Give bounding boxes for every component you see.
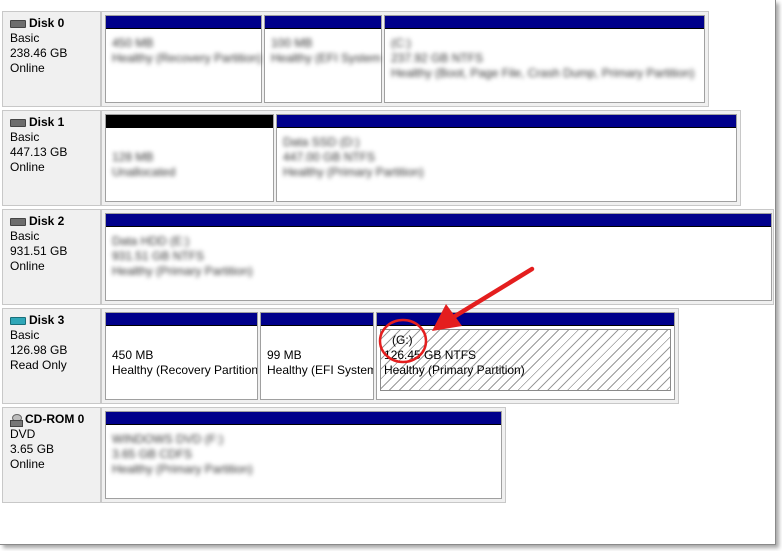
removable-disk-icon	[10, 316, 26, 325]
partition-size: 100 MB	[271, 36, 313, 50]
cd-rom-icon	[10, 413, 23, 427]
partition-body: (C:) 237.92 GB NTFS Healthy (Boot, Page …	[385, 29, 704, 81]
partition-status: Healthy (Boot, Page File, Crash Dump, Pr…	[391, 66, 695, 80]
partition-body: Data HDD (E:) 931.51 GB NTFS Healthy (Pr…	[106, 227, 771, 279]
partition-size: 237.92 GB NTFS	[391, 51, 484, 65]
partition-body: 128 MB Unallocated	[106, 128, 273, 180]
disk-2-name-row: Disk 2	[10, 214, 100, 229]
partition-status: Healthy (Primary Partition)	[112, 462, 253, 476]
partition-size: 3.65 GB CDFS	[112, 447, 193, 461]
disk-0-partition-recovery[interactable]: 450 MB Healthy (Recovery Partition)	[105, 15, 262, 103]
disk-status: Read Only	[10, 358, 67, 372]
partition-body: (G:) 126.45 GB NTFS Healthy (Primary Par…	[380, 329, 671, 391]
partition-status: Healthy (EFI System	[271, 51, 381, 65]
disk-1-partition-d[interactable]: Data SSD (D:) 447.00 GB NTFS Healthy (Pr…	[276, 114, 737, 202]
disk-3-name-row: Disk 3	[10, 313, 100, 328]
hard-disk-icon	[10, 118, 26, 127]
partition-bar	[106, 214, 771, 227]
partition-size: 450 MB	[112, 36, 154, 50]
disk-size: 238.46 GB	[10, 46, 68, 60]
partition-size: 450 MB	[112, 348, 154, 362]
partition-status: Healthy (Primary Partition)	[283, 165, 424, 179]
disk-type: Basic	[10, 130, 40, 144]
partition-name: WINDOWS DVD (F:)	[112, 432, 224, 446]
partition-status: Healthy (Primary Partition)	[112, 264, 253, 278]
unallocated-bar	[106, 115, 273, 128]
partition-bar	[265, 16, 381, 29]
disk-name: Disk 2	[29, 214, 65, 228]
disk-size: 931.51 GB	[10, 244, 68, 258]
partition-bar	[106, 16, 261, 29]
disk-3-partition-efi[interactable]: 99 MB Healthy (EFI System	[260, 312, 374, 400]
partition-body: Data SSD (D:) 447.00 GB NTFS Healthy (Pr…	[277, 128, 736, 180]
disk-2-label[interactable]: Disk 2 Basic 931.51 GB Online	[2, 209, 101, 305]
disk-name: CD-ROM 0	[25, 412, 85, 426]
partition-body: 100 MB Healthy (EFI System	[265, 29, 381, 66]
disk-status: Online	[10, 259, 45, 273]
hard-disk-icon	[10, 217, 26, 226]
partition-bar	[385, 16, 704, 29]
partition-size: 931.51 GB NTFS	[112, 249, 205, 263]
cd-rom-0-label[interactable]: CD-ROM 0 DVD 3.65 GB Online	[2, 407, 101, 503]
disk-0-partition-c[interactable]: (C:) 237.92 GB NTFS Healthy (Boot, Page …	[384, 15, 705, 103]
partition-status: Healthy (Recovery Partition	[112, 363, 257, 377]
partition-body: 99 MB Healthy (EFI System	[261, 326, 373, 378]
disk-name: Disk 0	[29, 16, 65, 30]
partition-body: 450 MB Healthy (Recovery Partition	[106, 326, 257, 378]
partition-size: 99 MB	[267, 348, 302, 362]
partition-bar	[106, 412, 501, 425]
partition-status: Healthy (Recovery Partition)	[112, 51, 261, 65]
partition-name: (G:)	[392, 333, 413, 347]
disk-type: DVD	[10, 427, 36, 441]
disk-3-partition-recovery[interactable]: 450 MB Healthy (Recovery Partition	[105, 312, 258, 400]
disk-status: Online	[10, 61, 45, 75]
disk-type: Basic	[10, 229, 40, 243]
disk-0-name-row: Disk 0	[10, 16, 100, 31]
partition-name: Data SSD (D:)	[283, 135, 360, 149]
disk-1-name-row: Disk 1	[10, 115, 100, 130]
partition-body: 450 MB Healthy (Recovery Partition)	[106, 29, 261, 66]
disk-3-label[interactable]: Disk 3 Basic 126.98 GB Read Only	[2, 308, 101, 404]
disk-type: Basic	[10, 31, 40, 45]
cd-rom-0-partition-f[interactable]: WINDOWS DVD (F:) 3.65 GB CDFS Healthy (P…	[105, 411, 502, 499]
partition-bar	[277, 115, 736, 128]
disk-size: 3.65 GB	[10, 442, 55, 456]
disk-0-partition-efi[interactable]: 100 MB Healthy (EFI System	[264, 15, 382, 103]
disk-size: 447.13 GB	[10, 145, 68, 159]
partition-name: Data HDD (E:)	[112, 234, 190, 248]
partition-size: 128 MB	[112, 150, 154, 164]
partition-status: Healthy (Primary Partition)	[384, 363, 525, 377]
partition-bar	[106, 313, 257, 326]
partition-size: 447.00 GB NTFS	[283, 150, 376, 164]
partition-status: Unallocated	[112, 165, 176, 179]
partition-status: Healthy (EFI System	[267, 363, 373, 377]
partition-name: (C:)	[391, 36, 411, 50]
disk-size: 126.98 GB	[10, 343, 68, 357]
disk-3-partition-g[interactable]: (G:) 126.45 GB NTFS Healthy (Primary Par…	[376, 312, 675, 400]
disk-0-label[interactable]: Disk 0 Basic 238.46 GB Online	[2, 11, 101, 107]
hard-disk-icon	[10, 19, 26, 28]
partition-bar	[261, 313, 373, 326]
partition-bar	[377, 313, 674, 326]
partition-body: WINDOWS DVD (F:) 3.65 GB CDFS Healthy (P…	[106, 425, 501, 477]
partition-size: 126.45 GB NTFS	[384, 348, 477, 362]
disk-2-partition-e[interactable]: Data HDD (E:) 931.51 GB NTFS Healthy (Pr…	[105, 213, 772, 301]
disk-status: Online	[10, 160, 45, 174]
cd-rom-0-name-row: CD-ROM 0	[10, 412, 100, 427]
disk-name: Disk 1	[29, 115, 65, 129]
disk-type: Basic	[10, 328, 40, 342]
disk-1-label[interactable]: Disk 1 Basic 447.13 GB Online	[2, 110, 101, 206]
disk-name: Disk 3	[29, 313, 65, 327]
disk-1-partition-unallocated[interactable]: 128 MB Unallocated	[105, 114, 274, 202]
disk-status: Online	[10, 457, 45, 471]
